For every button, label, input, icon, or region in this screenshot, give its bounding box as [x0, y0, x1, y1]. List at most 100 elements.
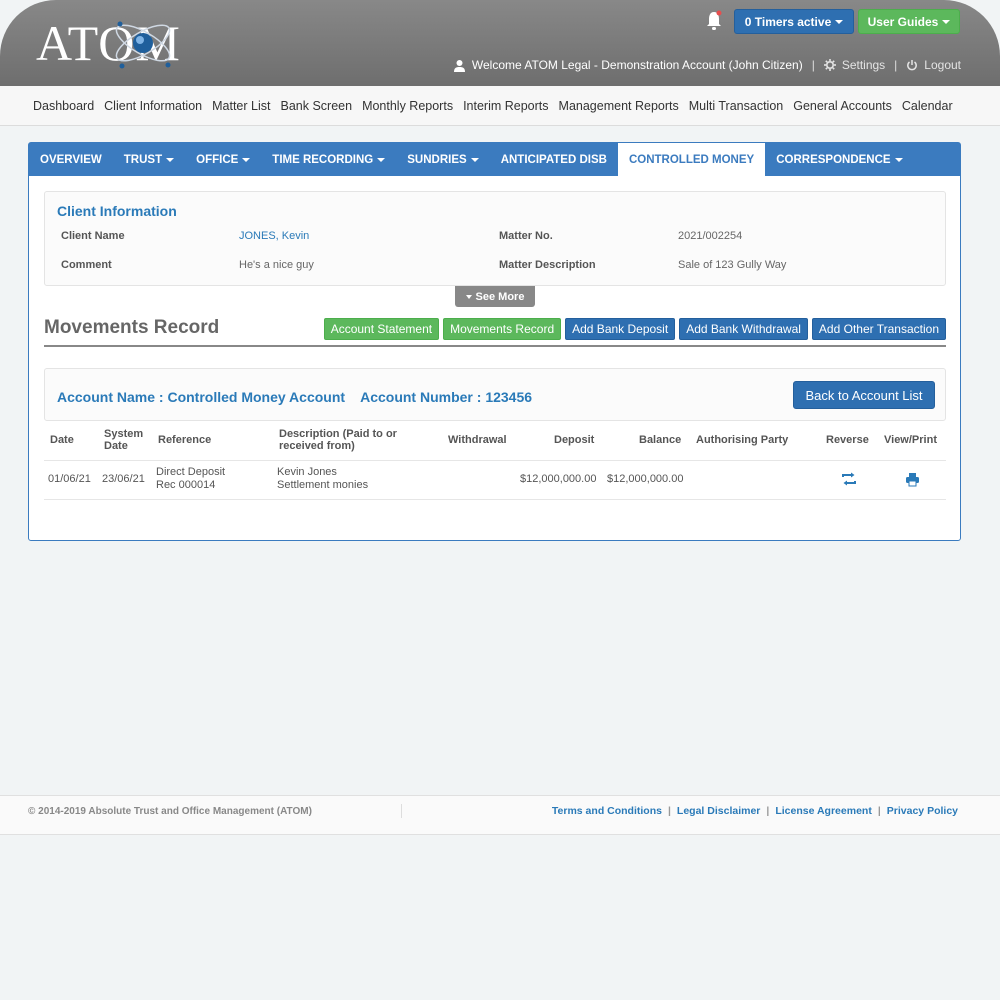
account-name: Account Name : Controlled Money Account … [57, 389, 533, 405]
add-bank-deposit-button[interactable]: Add Bank Deposit [565, 318, 676, 340]
client-information-box: Client Information Client Name JONES, Ke… [44, 191, 946, 286]
gear-icon[interactable] [823, 59, 836, 71]
top-navigation: Dashboard Client Information Matter List… [0, 86, 1000, 126]
movements-record-button[interactable]: Movements Record [443, 318, 562, 340]
add-bank-withdrawal-button[interactable]: Add Bank Withdrawal [679, 318, 808, 340]
user-icon [453, 59, 465, 72]
tab-anticipated-disb[interactable]: ANTICIPATED DISB [490, 143, 618, 176]
timers-active-button[interactable]: 0 Timers active [734, 9, 854, 34]
tab-sundries[interactable]: SUNDRIES [396, 143, 489, 176]
action-buttons: Account Statement Movements Record Add B… [323, 318, 946, 340]
header-system-date-line1: System [104, 428, 144, 440]
nav-monthly-reports[interactable]: Monthly Reports [357, 99, 458, 113]
matter-description-value: Sale of 123 Gully Way [678, 259, 787, 271]
separator: | [894, 58, 898, 72]
tab-correspondence[interactable]: CORRESPONDENCE [765, 143, 913, 176]
client-name-label: Client Name [61, 230, 125, 242]
legal-disclaimer-link[interactable]: Legal Disclaimer [677, 805, 760, 817]
tab-time-recording[interactable]: TIME RECORDING [261, 143, 396, 176]
account-statement-button[interactable]: Account Statement [323, 318, 440, 340]
header-deposit: Deposit [554, 434, 595, 446]
see-more-button[interactable]: See More [455, 286, 535, 307]
matter-no-value: 2021/002254 [678, 230, 743, 242]
divider [401, 804, 402, 818]
separator: | [811, 58, 815, 72]
header: ATOM 0 Timers active User Guides Welcome… [0, 0, 1000, 86]
account-bar: Welcome ATOM Legal - Demonstration Accou… [453, 57, 961, 73]
nav-multi-transaction[interactable]: Multi Transaction [684, 99, 788, 113]
matter-description-label: Matter Description [499, 259, 596, 271]
tab-label: CONTROLLED MONEY [628, 153, 755, 166]
cell-reference-line2: Rec 000014 [156, 479, 216, 491]
user-guides-label: User Guides [867, 14, 939, 29]
print-icon[interactable] [905, 472, 920, 487]
app-frame: ATOM 0 Timers active User Guides Welcome… [0, 0, 1000, 1000]
nav-management-reports[interactable]: Management Reports [554, 99, 684, 113]
tab-office[interactable]: OFFICE [185, 143, 261, 176]
header-date: Date [50, 434, 74, 446]
header-description-line2: received from) [279, 440, 355, 452]
welcome-text: Welcome ATOM Legal - Demonstration Accou… [471, 58, 803, 72]
tab-label: SUNDRIES [407, 153, 467, 166]
matter-panel: OVERVIEW TRUST OFFICE TIME RECORDING SUN… [28, 142, 961, 541]
nav-interim-reports[interactable]: Interim Reports [458, 99, 553, 113]
account-box: Account Name : Controlled Money Account … [44, 368, 946, 421]
add-other-transaction-button[interactable]: Add Other Transaction [811, 318, 946, 340]
privacy-policy-link[interactable]: Privacy Policy [887, 805, 958, 817]
user-guides-button[interactable]: User Guides [858, 9, 960, 34]
chevron-down-icon [894, 157, 903, 162]
header-authorising-party: Authorising Party [696, 434, 789, 446]
header-description-line1: Description (Paid to or [279, 428, 397, 440]
cell-description-line2: Settlement monies [277, 479, 369, 491]
page-title: Movements Record [44, 317, 220, 338]
tab-overview[interactable]: OVERVIEW [29, 143, 113, 176]
header-withdrawal: Withdrawal [448, 434, 507, 446]
chevron-down-icon [242, 157, 251, 162]
separator: | [667, 805, 671, 817]
footer-links: Terms and Conditions | Legal Disclaimer … [552, 805, 958, 817]
tab-label: ANTICIPATED DISB [500, 153, 607, 166]
tab-label: OVERVIEW [40, 153, 102, 166]
comment-label: Comment [61, 259, 112, 271]
nav-dashboard[interactable]: Dashboard [28, 99, 99, 113]
divider [44, 345, 946, 347]
nav-matter-list[interactable]: Matter List [207, 99, 275, 113]
power-icon[interactable] [906, 59, 918, 71]
nav-bank-screen[interactable]: Bank Screen [275, 99, 357, 113]
timers-label: 0 Timers active [744, 14, 832, 29]
client-information-title: Client Information [57, 203, 177, 219]
nav-calendar[interactable]: Calendar [897, 99, 958, 113]
atom-orbit-icon [115, 21, 171, 69]
logout-link[interactable]: Logout [924, 58, 961, 72]
cell-system-date: 23/06/21 [102, 473, 145, 485]
tab-controlled-money[interactable]: CONTROLLED MONEY [617, 143, 766, 176]
nav-client-information[interactable]: Client Information [99, 99, 207, 113]
chevron-down-icon [166, 157, 175, 162]
license-agreement-link[interactable]: License Agreement [775, 805, 871, 817]
divider [44, 499, 946, 500]
reverse-icon[interactable] [840, 472, 858, 486]
settings-link[interactable]: Settings [842, 58, 885, 72]
atom-logo[interactable]: ATOM [36, 10, 226, 76]
chevron-down-icon [942, 19, 951, 24]
terms-link[interactable]: Terms and Conditions [552, 805, 662, 817]
cell-reference-line1: Direct Deposit [156, 466, 226, 478]
separator: | [877, 805, 881, 817]
back-to-account-list-button[interactable]: Back to Account List [793, 381, 935, 409]
header-view-print: View/Print [884, 434, 937, 446]
chevron-down-icon [470, 157, 479, 162]
nav-general-accounts[interactable]: General Accounts [788, 99, 897, 113]
header-system-date-line2: Date [104, 440, 128, 452]
chevron-down-icon [465, 294, 472, 299]
separator: | [766, 805, 770, 817]
notification-bell-icon[interactable] [704, 10, 724, 32]
see-more-label: See More [475, 290, 525, 303]
divider [44, 460, 946, 461]
header-reference: Reference [158, 434, 212, 446]
header-reverse: Reverse [826, 434, 869, 446]
matter-no-label: Matter No. [499, 230, 553, 242]
client-name-link[interactable]: JONES, Kevin [239, 230, 309, 242]
tab-label: TRUST [123, 153, 163, 166]
tab-trust[interactable]: TRUST [113, 143, 185, 176]
cell-description-line1: Kevin Jones [277, 466, 337, 478]
